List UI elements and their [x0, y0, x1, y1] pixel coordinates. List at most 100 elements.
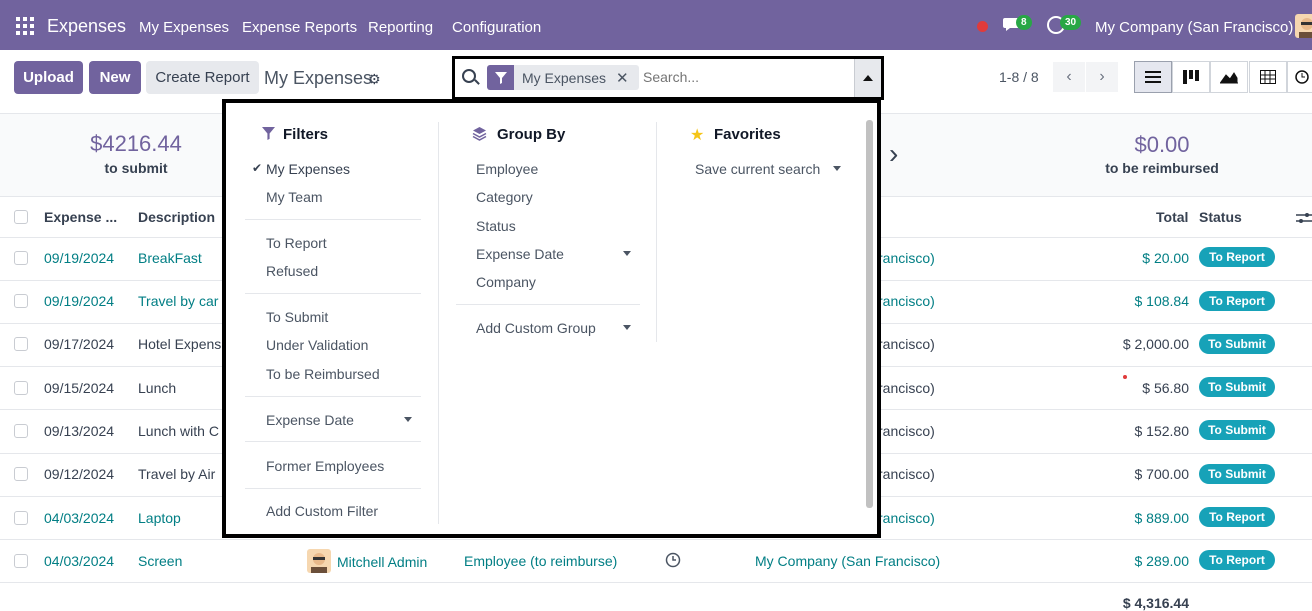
- column-divider: [438, 122, 439, 524]
- row-date: 09/17/2024: [44, 336, 115, 352]
- row-paid-by: Employee (to reimburse): [464, 553, 618, 569]
- filter-my-team[interactable]: My Team: [266, 189, 323, 205]
- divider: [245, 488, 421, 489]
- pager-next-button[interactable]: ›: [1086, 62, 1118, 92]
- reimbursed-label: to be reimbursed: [1105, 160, 1219, 176]
- company-switcher[interactable]: My Company (San Francisco): [1095, 19, 1293, 36]
- status-badge: To Submit: [1199, 420, 1275, 440]
- app-name[interactable]: Expenses: [47, 16, 126, 37]
- group-company[interactable]: Company: [476, 274, 536, 290]
- filter-refused[interactable]: Refused: [266, 263, 318, 279]
- star-icon: ★: [690, 127, 705, 144]
- select-all-checkbox[interactable]: [14, 210, 28, 224]
- user-avatar[interactable]: [1295, 14, 1312, 38]
- pager-previous-button[interactable]: ‹: [1053, 62, 1085, 92]
- row-company: rancisco): [878, 293, 935, 309]
- divider: [245, 396, 421, 397]
- search-panel-toggle[interactable]: [854, 59, 881, 97]
- add-custom-group[interactable]: Add Custom Group: [476, 320, 596, 336]
- search-icon[interactable]: [462, 69, 476, 83]
- menu-expense-reports[interactable]: Expense Reports: [242, 19, 357, 36]
- chat-count-badge: 8: [1016, 15, 1032, 30]
- kanban-view-button[interactable]: [1172, 61, 1210, 93]
- gear-icon[interactable]: ⚙: [368, 71, 381, 88]
- favorites-heading: Favorites: [714, 126, 781, 143]
- to-submit-label: to submit: [104, 160, 168, 176]
- row-checkbox[interactable]: [14, 424, 28, 438]
- row-total: $ 152.80: [1134, 423, 1190, 439]
- status-badge: To Report: [1199, 507, 1275, 527]
- row-total: $ 20.00: [1142, 250, 1189, 266]
- row-total: $ 289.00: [1134, 553, 1190, 569]
- pager-value[interactable]: 1-8 / 8: [999, 69, 1039, 85]
- search-input[interactable]: [643, 69, 843, 85]
- menu-my-expenses[interactable]: My Expenses: [139, 19, 229, 36]
- status-badge: To Report: [1199, 291, 1275, 311]
- row-date: 09/13/2024: [44, 423, 115, 439]
- row-description: Travel by Air: [138, 466, 216, 482]
- pivot-view-button[interactable]: [1249, 61, 1287, 93]
- optional-columns-icon[interactable]: [1296, 211, 1312, 228]
- status-badge: To Submit: [1199, 377, 1275, 397]
- group-category[interactable]: Category: [476, 189, 533, 205]
- group-employee[interactable]: Employee: [476, 161, 538, 177]
- row-date: 09/12/2024: [44, 466, 115, 482]
- header-total[interactable]: Total: [1156, 209, 1188, 225]
- row-checkbox[interactable]: [14, 294, 28, 308]
- clock-view-icon: [1295, 70, 1309, 84]
- filter-to-be-reimbursed[interactable]: To be Reimbursed: [266, 366, 380, 382]
- row-total: $ 700.00: [1134, 466, 1190, 482]
- row-checkbox[interactable]: [14, 511, 28, 525]
- filter-expense-date[interactable]: Expense Date: [266, 412, 354, 428]
- status-dot-icon[interactable]: [977, 21, 988, 32]
- activity-clock-icon[interactable]: [665, 552, 681, 571]
- reimbursed-amount[interactable]: $0.00: [1086, 132, 1238, 158]
- row-checkbox[interactable]: [14, 554, 28, 568]
- facet-remove-icon[interactable]: ✕: [616, 65, 639, 90]
- header-expense-date[interactable]: Expense ...: [44, 209, 117, 225]
- chevron-right-icon: ›: [889, 138, 899, 169]
- add-custom-filter[interactable]: Add Custom Filter: [266, 503, 378, 519]
- list-view-button[interactable]: [1134, 61, 1172, 93]
- kanban-view-icon: [1183, 70, 1199, 84]
- filter-to-submit[interactable]: To Submit: [266, 309, 328, 325]
- row-total: $ 108.84: [1134, 293, 1190, 309]
- caret-down-icon: [404, 417, 412, 422]
- apps-menu-icon[interactable]: [16, 17, 34, 35]
- row-checkbox[interactable]: [14, 381, 28, 395]
- row-company: rancisco): [878, 423, 935, 439]
- group-status[interactable]: Status: [476, 218, 516, 234]
- activity-view-button[interactable]: [1287, 61, 1312, 93]
- create-report-button[interactable]: Create Report: [146, 61, 259, 94]
- filter-former-employees[interactable]: Former Employees: [266, 458, 384, 474]
- row-company: rancisco): [878, 250, 935, 266]
- to-submit-amount[interactable]: $4216.44: [60, 131, 212, 157]
- save-current-search[interactable]: Save current search: [695, 161, 820, 177]
- divider: [456, 304, 640, 305]
- header-description[interactable]: Description: [138, 209, 215, 225]
- header-status[interactable]: Status: [1199, 209, 1242, 225]
- row-company: rancisco): [878, 380, 935, 396]
- graph-view-button[interactable]: [1210, 61, 1248, 93]
- upload-button[interactable]: Upload: [14, 61, 83, 94]
- row-description: Laptop: [138, 510, 181, 526]
- filter-my-expenses[interactable]: My Expenses: [266, 161, 350, 177]
- status-badge: To Report: [1199, 550, 1275, 570]
- scrollbar[interactable]: [866, 120, 873, 508]
- new-button[interactable]: New: [89, 61, 141, 94]
- row-checkbox[interactable]: [14, 337, 28, 351]
- row-company: rancisco): [878, 466, 935, 482]
- filter-to-report[interactable]: To Report: [266, 235, 327, 251]
- row-total: $ 56.80: [1142, 380, 1189, 396]
- row-description: Hotel Expens: [138, 336, 222, 352]
- menu-configuration[interactable]: Configuration: [452, 19, 541, 36]
- menu-reporting[interactable]: Reporting: [368, 19, 433, 36]
- row-checkbox[interactable]: [14, 467, 28, 481]
- row-checkbox[interactable]: [14, 251, 28, 265]
- activity-count-badge: 30: [1060, 15, 1082, 30]
- group-expense-date[interactable]: Expense Date: [476, 246, 564, 262]
- row-employee[interactable]: Mitchell Admin: [337, 554, 427, 570]
- divider: [245, 219, 421, 220]
- filter-under-validation[interactable]: Under Validation: [266, 337, 368, 353]
- row-total: $ 2,000.00: [1122, 336, 1189, 352]
